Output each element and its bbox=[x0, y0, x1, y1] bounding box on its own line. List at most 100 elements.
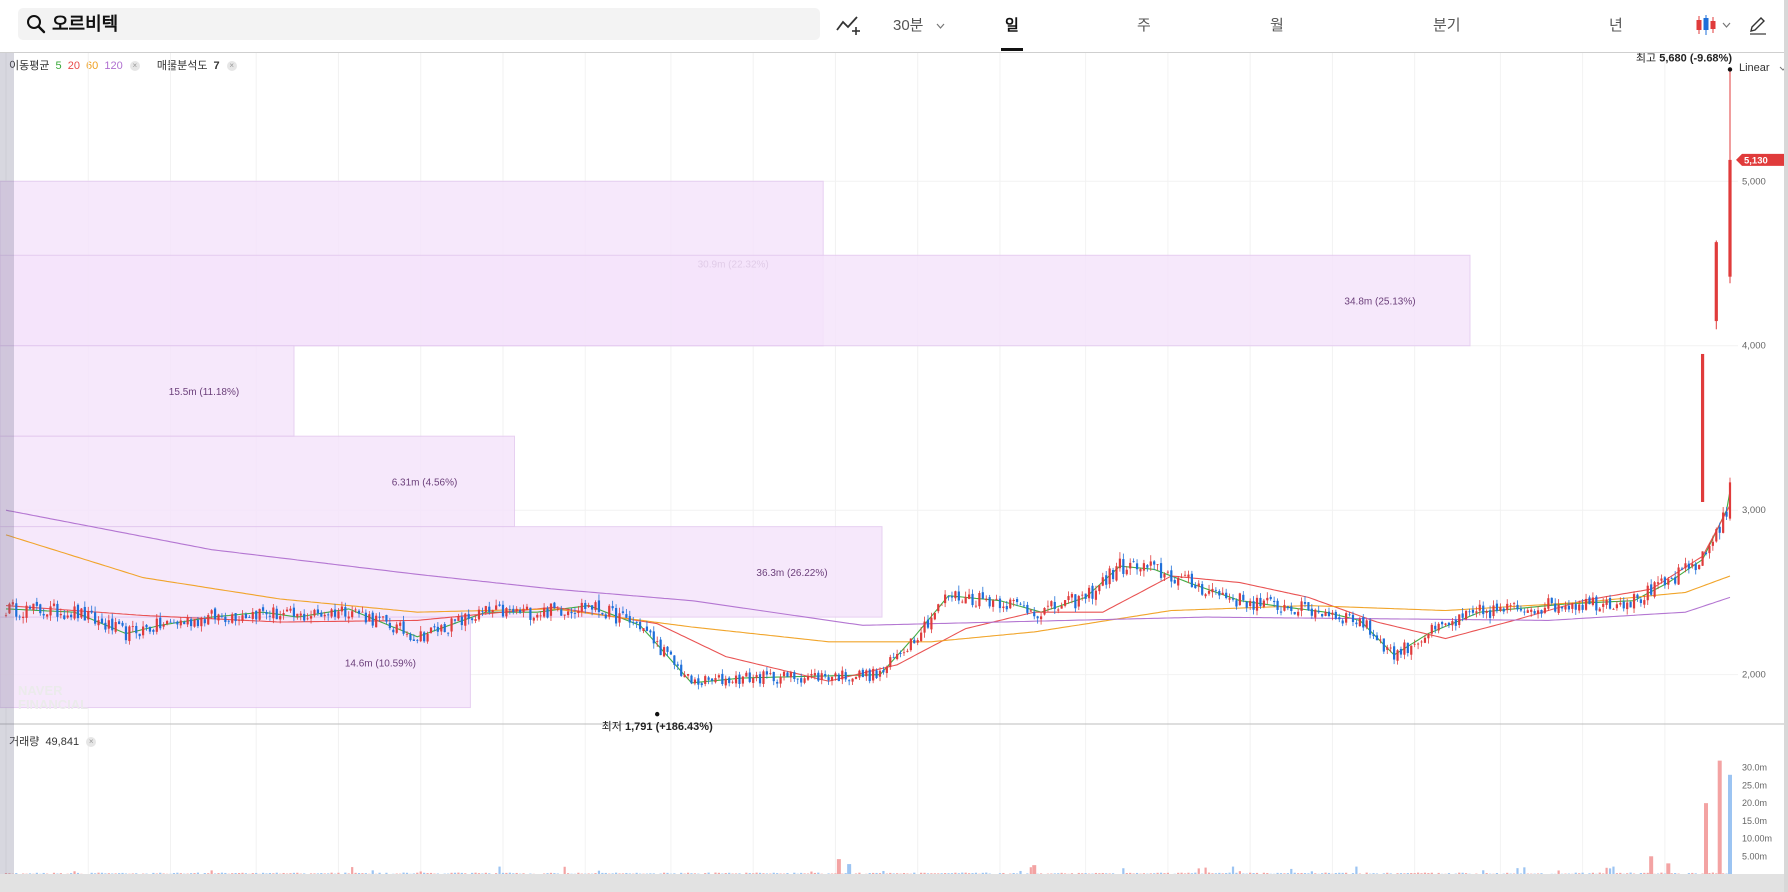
tab-quarter[interactable]: 분기 bbox=[1433, 14, 1461, 35]
candle-body bbox=[604, 614, 607, 619]
candle-body bbox=[690, 675, 693, 684]
candle-body bbox=[858, 670, 861, 678]
candle-body bbox=[645, 626, 649, 631]
candle-body bbox=[1043, 608, 1046, 615]
candle-body bbox=[1338, 617, 1341, 620]
close-volume-icon[interactable]: × bbox=[86, 737, 97, 748]
candle-body bbox=[176, 621, 179, 625]
candle-body bbox=[1399, 648, 1403, 655]
volume-bar bbox=[1355, 866, 1358, 874]
candle-body bbox=[1166, 571, 1170, 573]
candle-body bbox=[525, 606, 529, 610]
candle-body bbox=[1225, 592, 1228, 599]
candle-body bbox=[519, 609, 522, 613]
candle-body bbox=[1046, 605, 1050, 607]
tab-year[interactable]: 년 bbox=[1609, 14, 1623, 35]
candle-body bbox=[1262, 600, 1265, 607]
candle-body bbox=[1526, 610, 1529, 613]
candle-body bbox=[738, 674, 741, 684]
candle-body bbox=[748, 672, 751, 682]
candle-body bbox=[90, 610, 93, 613]
candle-body bbox=[309, 616, 313, 619]
candle-body bbox=[1211, 588, 1214, 593]
candle-body bbox=[693, 679, 697, 684]
volume-tick-label: 10.00m bbox=[1742, 834, 1772, 844]
candle-body bbox=[1022, 605, 1026, 607]
candle-body bbox=[1461, 613, 1464, 618]
candle-body bbox=[183, 621, 186, 625]
candle-body bbox=[933, 613, 936, 620]
candle-body bbox=[683, 674, 686, 678]
candlestick-type-icon[interactable] bbox=[1695, 14, 1735, 36]
candle-body bbox=[1519, 608, 1523, 611]
tab-month[interactable]: 월 bbox=[1270, 14, 1284, 35]
tab-30min[interactable]: 30분 bbox=[893, 14, 945, 35]
candle-body bbox=[207, 615, 210, 625]
candle-body bbox=[1471, 609, 1475, 613]
candle-body bbox=[392, 629, 395, 633]
volume-legend[interactable]: 거래량 49,841 × bbox=[9, 733, 97, 749]
candle-body bbox=[1067, 596, 1070, 601]
candle-body bbox=[1698, 564, 1701, 570]
candle-body bbox=[985, 598, 988, 601]
current-price-tag: 5,130 bbox=[1736, 153, 1784, 166]
candle-body bbox=[172, 622, 176, 624]
candle-body bbox=[1087, 587, 1091, 599]
candle-body bbox=[532, 617, 535, 621]
candle-body bbox=[1249, 600, 1252, 607]
tab-day[interactable]: 일 bbox=[1005, 14, 1019, 35]
candle-body bbox=[1684, 563, 1687, 569]
candle-body bbox=[844, 672, 847, 680]
candle-body bbox=[1005, 606, 1008, 610]
candle-body bbox=[255, 610, 258, 620]
candle-body bbox=[1725, 511, 1728, 517]
tab-30min-label: 30분 bbox=[893, 17, 924, 34]
search-icon[interactable] bbox=[26, 14, 46, 34]
candle-body bbox=[135, 625, 138, 634]
search-box[interactable]: 오르비텍 bbox=[18, 8, 820, 40]
volume-bar bbox=[1728, 774, 1732, 874]
draw-line-icon[interactable] bbox=[835, 14, 861, 36]
tab-week[interactable]: 주 bbox=[1137, 14, 1151, 35]
candle-body bbox=[1464, 610, 1468, 620]
search-input[interactable]: 오르비텍 bbox=[52, 12, 118, 36]
candle-body bbox=[56, 603, 59, 617]
candle-body bbox=[196, 619, 200, 627]
price-chart[interactable]: 30.9m (22.32%)34.8m (25.13%)15.5m (11.18… bbox=[0, 53, 1784, 874]
volume-bar bbox=[1666, 863, 1671, 874]
candle-body bbox=[1728, 159, 1732, 277]
candle-body bbox=[1098, 585, 1101, 592]
volume-bar bbox=[1231, 866, 1235, 874]
candle-body bbox=[1077, 596, 1080, 607]
candle-body bbox=[1279, 611, 1283, 613]
candle-body bbox=[841, 670, 844, 680]
candle-body bbox=[968, 594, 971, 599]
volume-bar bbox=[836, 859, 841, 874]
candle-body bbox=[1550, 597, 1553, 604]
candle-body bbox=[1560, 606, 1564, 609]
candle-body bbox=[385, 614, 388, 622]
candle-body bbox=[1393, 646, 1396, 660]
pencil-icon[interactable] bbox=[1748, 15, 1768, 35]
candle-body bbox=[806, 675, 810, 680]
volume-bar bbox=[847, 864, 852, 874]
candle-body bbox=[1485, 611, 1488, 613]
candle-body bbox=[100, 618, 104, 624]
candle-body bbox=[1506, 603, 1509, 611]
profile-bar-label: 15.5m (11.18%) bbox=[169, 387, 239, 398]
chevron-down-icon[interactable] bbox=[936, 23, 945, 29]
candle-body bbox=[186, 617, 189, 625]
candle-body bbox=[59, 614, 62, 616]
candle-body bbox=[1715, 529, 1718, 542]
candle-body bbox=[686, 673, 690, 676]
candle-body bbox=[772, 672, 775, 682]
high-marker-pct: (-9.68%) bbox=[1690, 53, 1733, 64]
candle-body bbox=[1218, 590, 1221, 596]
candle-body bbox=[128, 626, 131, 642]
candle-body bbox=[22, 616, 25, 618]
candle-body bbox=[165, 621, 169, 624]
candle-body bbox=[1674, 577, 1677, 584]
candle-body bbox=[1708, 545, 1711, 554]
candle-body bbox=[1410, 645, 1413, 655]
candle-body bbox=[875, 670, 878, 679]
